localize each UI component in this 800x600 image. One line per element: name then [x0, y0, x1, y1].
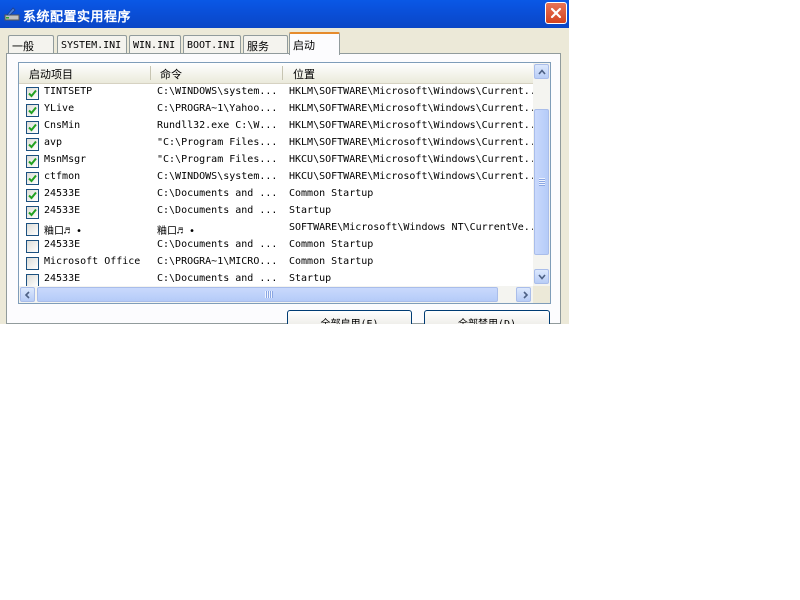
item-name: 24533E [44, 188, 81, 199]
list-item[interactable]: YLive C:\PROGRA~1\Yahoo... HKLM\SOFTWARE\M… [19, 101, 533, 118]
scroll-up-button[interactable] [534, 64, 549, 79]
item-command: C:\WINDOWS\system... [157, 171, 278, 182]
grip-icon [265, 291, 273, 298]
enable-checkbox[interactable] [26, 240, 39, 253]
scroll-right-button[interactable] [516, 287, 531, 302]
item-name: TINTSETP [44, 86, 93, 97]
column-command[interactable]: 命令 [160, 66, 182, 82]
list-item[interactable]: TINTSETP C:\WINDOWS\system... HKLM\SOFTWAR… [19, 84, 533, 101]
horizontal-scrollbar[interactable] [19, 286, 533, 303]
column-startup-item[interactable]: 启动项目 [29, 66, 73, 82]
item-location: Common Startup [289, 256, 374, 267]
item-command: C:\Documents and ... [157, 188, 278, 199]
item-location: Common Startup [289, 188, 374, 199]
enable-checkbox[interactable] [26, 138, 39, 151]
enable-all-button[interactable]: 全部启用(E) [287, 310, 412, 324]
msconfig-icon [4, 6, 20, 22]
chevron-left-icon [24, 291, 30, 299]
item-location: HKCU\SOFTWARE\Microsoft\Windows\Current.… [289, 154, 533, 165]
item-command: C:\Documents and ... [157, 273, 278, 284]
item-name: 24533E [44, 205, 81, 216]
column-divider[interactable] [282, 66, 283, 80]
tab-strip: 一般 SYSTEM.INI WIN.INI BOOT.INI 服务 启动 [0, 32, 569, 55]
tab-general[interactable]: 一般 [8, 35, 54, 54]
list-item[interactable]: MsnMsgr "C:\Program Files... HKCU\SOFTWARE… [19, 152, 533, 169]
item-location: Startup [289, 273, 332, 284]
item-name: 24533E [44, 239, 81, 250]
enable-checkbox[interactable] [26, 87, 39, 100]
item-name: ctfmon [44, 171, 81, 182]
item-name: 24533E [44, 273, 81, 284]
list-item[interactable]: avp "C:\Program Files... HKLM\SOFTWARE\Mic… [19, 135, 533, 152]
item-location: HKLM\SOFTWARE\Microsoft\Windows\Current.… [289, 120, 533, 131]
vertical-scrollbar[interactable] [533, 63, 550, 286]
item-command: C:\PROGRA~1\MICRO... [157, 256, 278, 267]
tab-win-ini[interactable]: WIN.INI [129, 35, 181, 54]
horizontal-scroll-thumb[interactable] [37, 287, 498, 302]
list-item[interactable]: ctfmon C:\WINDOWS\system... HKCU\SOFTWARE\… [19, 169, 533, 186]
column-location[interactable]: 位置 [293, 66, 315, 82]
close-button[interactable] [545, 2, 567, 24]
enable-checkbox[interactable] [26, 104, 39, 117]
startup-list[interactable]: 启动项目 命令 位置 TINTSETP C:\WINDOWS\system... H… [18, 62, 551, 304]
chevron-down-icon [538, 274, 546, 280]
list-item[interactable]: 24533E C:\Documents and ... Common Startup [19, 186, 533, 203]
item-command: "C:\Program Files... [157, 137, 278, 148]
list-item[interactable]: 24533E C:\Documents and ... Common Startup [19, 237, 533, 254]
list-item[interactable]: 粬口♬ • 粬口♬ • SOFTWARE\Microsoft\Windows NT\… [19, 220, 533, 237]
item-name: MsnMsgr [44, 154, 87, 165]
item-command: 粬口♬ • [157, 226, 196, 237]
chevron-right-icon [523, 291, 529, 299]
close-icon [550, 7, 562, 19]
list-item[interactable]: Microsoft Office C:\PROGRA~1\MICRO... Comm… [19, 254, 533, 271]
list-item[interactable]: 24533E C:\Documents and ... Startup [19, 203, 533, 220]
disable-all-button[interactable]: 全部禁用(D) [424, 310, 550, 324]
tab-system-ini[interactable]: SYSTEM.INI [57, 35, 127, 54]
enable-checkbox[interactable] [26, 155, 39, 168]
item-command: C:\Documents and ... [157, 205, 278, 216]
title-bar[interactable]: 系统配置实用程序 [0, 0, 569, 28]
item-location: Common Startup [289, 239, 374, 250]
scroll-left-button[interactable] [20, 287, 35, 302]
item-command: C:\PROGRA~1\Yahoo... [157, 103, 278, 114]
tab-services[interactable]: 服务 [243, 35, 288, 54]
item-location: HKLM\SOFTWARE\Microsoft\Windows\Current.… [289, 86, 533, 97]
item-command: C:\WINDOWS\system... [157, 86, 278, 97]
enable-checkbox[interactable] [26, 206, 39, 219]
scroll-down-button[interactable] [534, 269, 549, 284]
item-command: C:\Documents and ... [157, 239, 278, 250]
item-location: HKCU\SOFTWARE\Microsoft\Windows\Current.… [289, 171, 533, 182]
chevron-up-icon [538, 69, 546, 75]
enable-checkbox[interactable] [26, 257, 39, 270]
item-location: HKLM\SOFTWARE\Microsoft\Windows\Current.… [289, 103, 533, 114]
window-title: 系统配置实用程序 [23, 10, 132, 25]
item-location: HKLM\SOFTWARE\Microsoft\Windows\Current.… [289, 137, 533, 148]
item-command: Rundll32.exe C:\W... [157, 120, 278, 131]
tab-startup[interactable]: 启动 [289, 32, 340, 55]
enable-checkbox[interactable] [26, 189, 39, 202]
tab-boot-ini[interactable]: BOOT.INI [183, 35, 241, 54]
item-command: "C:\Program Files... [157, 154, 278, 165]
enable-checkbox[interactable] [26, 223, 39, 236]
grip-icon [539, 178, 545, 186]
vertical-scroll-thumb[interactable] [534, 109, 549, 255]
list-item[interactable]: CnsMin Rundll32.exe C:\W... HKLM\SOFTWARE\… [19, 118, 533, 135]
list-header: 启动项目 命令 位置 [19, 63, 533, 84]
item-name: 粬口♬ • [44, 226, 83, 237]
enable-checkbox[interactable] [26, 172, 39, 185]
scrollbar-corner [533, 286, 550, 303]
item-name: Microsoft Office [44, 256, 141, 267]
msconfig-window: 系统配置实用程序 一般 SYSTEM.INI WIN.INI BOOT.INI … [0, 0, 569, 324]
item-name: YLive [44, 103, 75, 114]
enable-checkbox[interactable] [26, 121, 39, 134]
column-divider[interactable] [150, 66, 151, 80]
item-location: SOFTWARE\Microsoft\Windows NT\CurrentVe.… [289, 222, 533, 233]
item-name: CnsMin [44, 120, 81, 131]
item-name: avp [44, 137, 63, 148]
item-location: Startup [289, 205, 332, 216]
